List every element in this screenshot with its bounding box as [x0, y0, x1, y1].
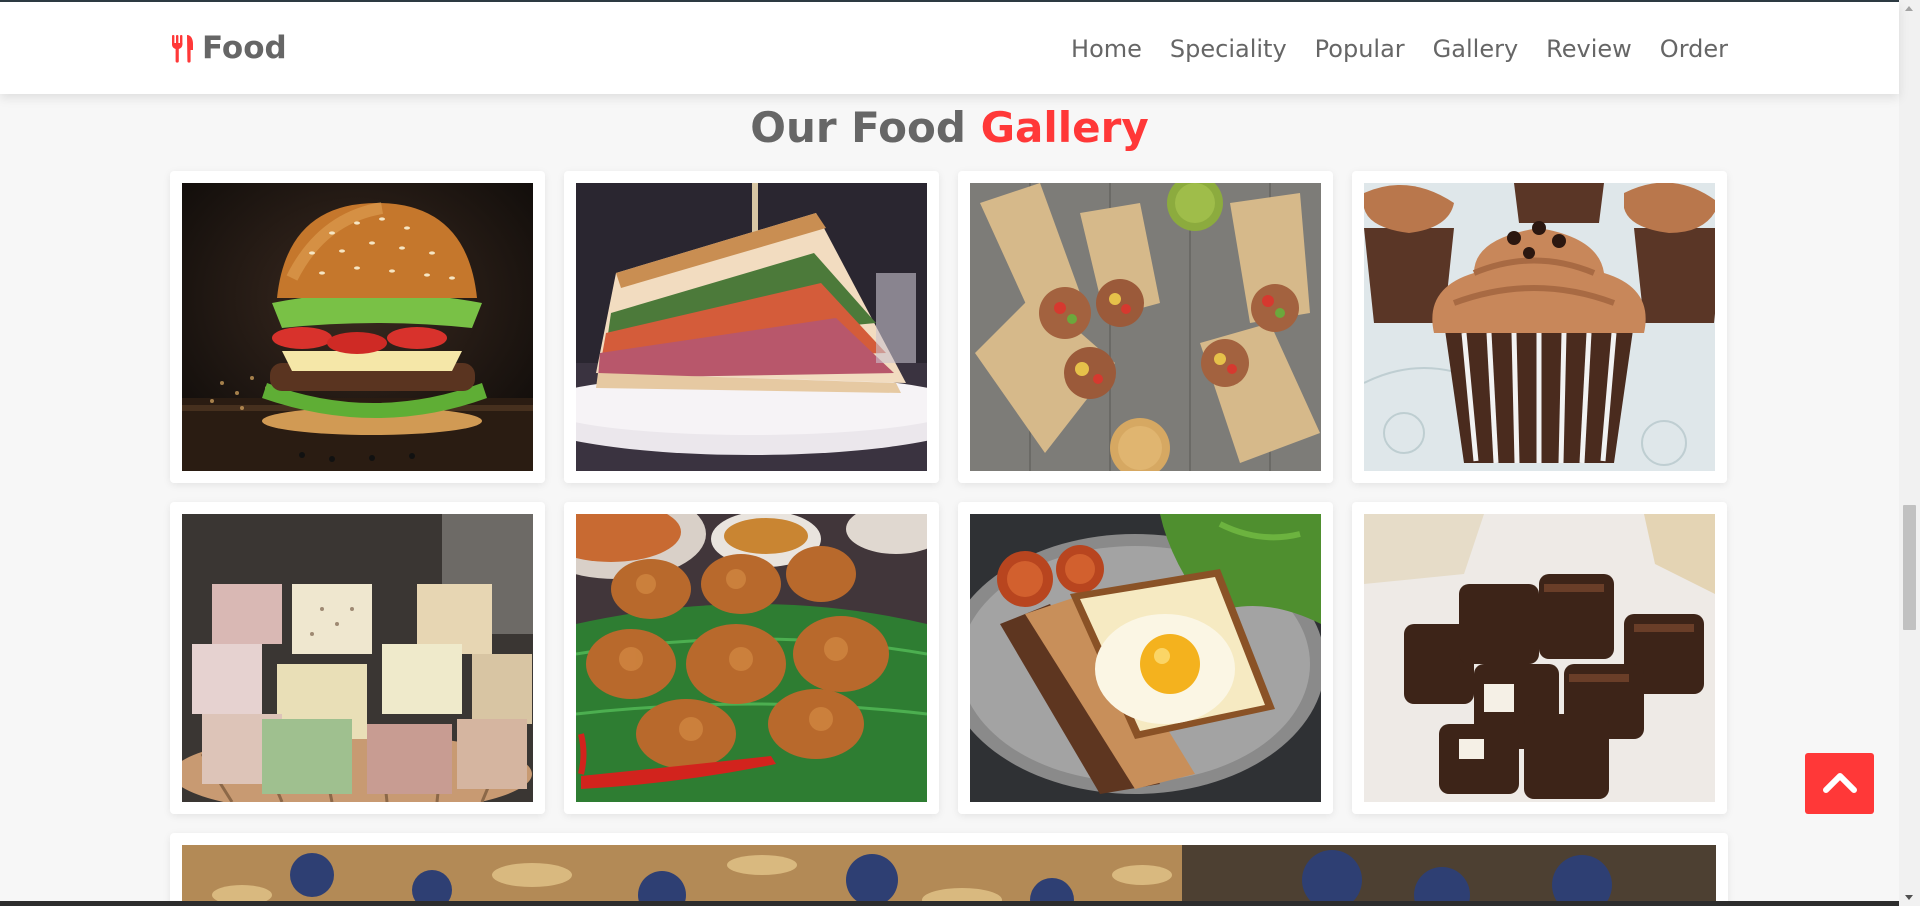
gallery-item-fried-chicken[interactable]: [564, 502, 939, 814]
main-nav: Home Speciality Popular Gallery Review O…: [1071, 30, 1728, 68]
scroll-down-arrow-icon[interactable]: [1905, 895, 1913, 900]
section-title-accent: Gallery: [980, 103, 1149, 152]
sandwich-image: [576, 183, 927, 471]
cubes-image: [182, 514, 533, 802]
gallery-item-cubes[interactable]: [170, 502, 545, 814]
brand-name: Food: [202, 30, 287, 66]
utensils-icon: [170, 33, 196, 63]
nav-speciality[interactable]: Speciality: [1170, 30, 1287, 68]
cupcakes-image: [1364, 183, 1715, 471]
scroll-to-top-button[interactable]: [1805, 753, 1874, 814]
egg-toast-image: [970, 514, 1321, 802]
nav-home[interactable]: Home: [1071, 30, 1142, 68]
scroll-thumb[interactable]: [1903, 505, 1916, 630]
brand-logo[interactable]: Food: [170, 26, 287, 70]
gallery-item-cupcakes[interactable]: [1352, 171, 1727, 483]
window-top-edge: [0, 0, 1899, 2]
taskbar-edge: [0, 901, 1899, 906]
chocolates-image: [1364, 514, 1715, 802]
gallery-item-wraps[interactable]: [958, 171, 1333, 483]
fried-chicken-image: [576, 514, 927, 802]
gallery-item-chocolates[interactable]: [1352, 502, 1727, 814]
gallery-item-burger[interactable]: [170, 171, 545, 483]
gallery-item-partial[interactable]: [170, 833, 1728, 906]
section-title-main: Our Food: [750, 103, 966, 152]
site-header: Food Home Speciality Popular Gallery Rev…: [0, 2, 1899, 94]
nav-popular[interactable]: Popular: [1315, 30, 1405, 68]
nav-gallery[interactable]: Gallery: [1433, 30, 1518, 68]
gallery-item-sandwich[interactable]: [564, 171, 939, 483]
wraps-image: [970, 183, 1321, 471]
blueberry-image: [182, 845, 1716, 906]
page-scrollbar[interactable]: [1899, 0, 1920, 906]
burger-image: [182, 183, 533, 471]
chevron-up-icon: [1822, 771, 1857, 797]
food-gallery: [170, 171, 1728, 814]
scroll-up-arrow-icon[interactable]: [1905, 6, 1913, 11]
gallery-item-egg-toast[interactable]: [958, 502, 1333, 814]
nav-order[interactable]: Order: [1660, 30, 1728, 68]
section-title: Our Food Gallery: [0, 100, 1899, 156]
nav-review[interactable]: Review: [1546, 30, 1632, 68]
